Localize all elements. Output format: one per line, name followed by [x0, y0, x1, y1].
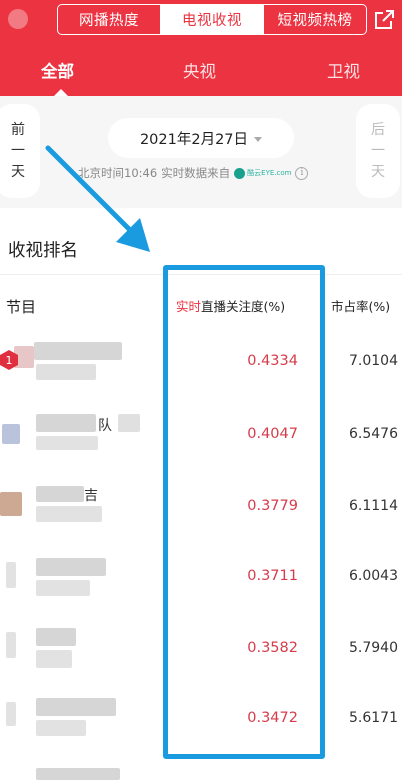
program-name-fragment: 吉: [84, 488, 98, 504]
tab-short-video[interactable]: 短视频热榜: [263, 5, 366, 34]
category-segmented-control: 网播热度 电视收视 短视频热榜: [57, 4, 367, 35]
highlight-box: [163, 265, 325, 759]
data-source-line: 北京时间10:46 实时数据来自 酷云EYE.com i: [78, 165, 309, 181]
program-subtitle-blurred: [36, 650, 72, 668]
share-value: 5.6171: [349, 710, 398, 726]
chevron-down-icon: [254, 136, 263, 142]
share-value: 6.1114: [349, 498, 398, 514]
share-external-icon[interactable]: [372, 8, 396, 32]
program-logo: [6, 562, 16, 588]
program-name-blurred: [36, 628, 76, 646]
program-name-blurred: [36, 768, 120, 780]
tab-web-heat[interactable]: 网播热度: [58, 5, 160, 34]
share-value: 6.5476: [349, 426, 398, 442]
channel-tab-cctv[interactable]: 央视: [183, 58, 216, 82]
top-header: 网播热度 电视收视 短视频热榜 全部 央视 卫视: [0, 0, 402, 96]
info-icon[interactable]: i: [295, 166, 309, 180]
share-value: 6.0043: [349, 568, 398, 584]
section-title: 收视排名: [8, 241, 78, 261]
back-icon[interactable]: [4, 4, 38, 34]
program-name-blurred: [34, 342, 122, 360]
program-subtitle-blurred: [36, 506, 102, 522]
date-picker[interactable]: 2021年2月27日: [108, 118, 294, 158]
program-logo: [6, 632, 16, 658]
kuyun-logo: 酷云EYE.com: [234, 167, 291, 179]
next-day-button[interactable]: 后 一 天: [356, 104, 400, 198]
channel-tab-all[interactable]: 全部: [41, 58, 74, 82]
program-logo: [6, 702, 16, 726]
beijing-time: 北京时间10:46: [78, 166, 158, 180]
channel-tab-satellite[interactable]: 卫视: [327, 58, 360, 82]
tab-tv-ratings[interactable]: 电视收视: [160, 5, 263, 34]
share-value: 5.7940: [349, 640, 398, 656]
previous-day-button[interactable]: 前 一 天: [0, 104, 40, 198]
program-name-fragment: 队: [98, 418, 112, 434]
program-subtitle-blurred: [36, 364, 96, 380]
program-name-blurred: [36, 558, 106, 576]
program-subtitle-blurred: [36, 436, 98, 450]
program-name-blurred: [36, 486, 84, 502]
selected-date: 2021年2月27日: [139, 131, 249, 148]
source-label: 实时数据来自: [161, 166, 231, 180]
program-name-blurred: [36, 414, 96, 432]
share-value: 7.0104: [349, 353, 398, 369]
column-header-share[interactable]: 市占率(%): [331, 296, 390, 315]
kuyun-logo-icon: [234, 167, 246, 179]
program-name-blurred: [36, 698, 116, 716]
column-header-program: 节目: [6, 298, 37, 316]
program-subtitle-blurred: [36, 720, 86, 736]
active-tab-indicator: [54, 89, 68, 96]
program-name-blurred: [118, 414, 140, 432]
program-subtitle-blurred: [36, 580, 90, 596]
program-logo: [2, 424, 20, 444]
program-logo: [0, 492, 22, 516]
